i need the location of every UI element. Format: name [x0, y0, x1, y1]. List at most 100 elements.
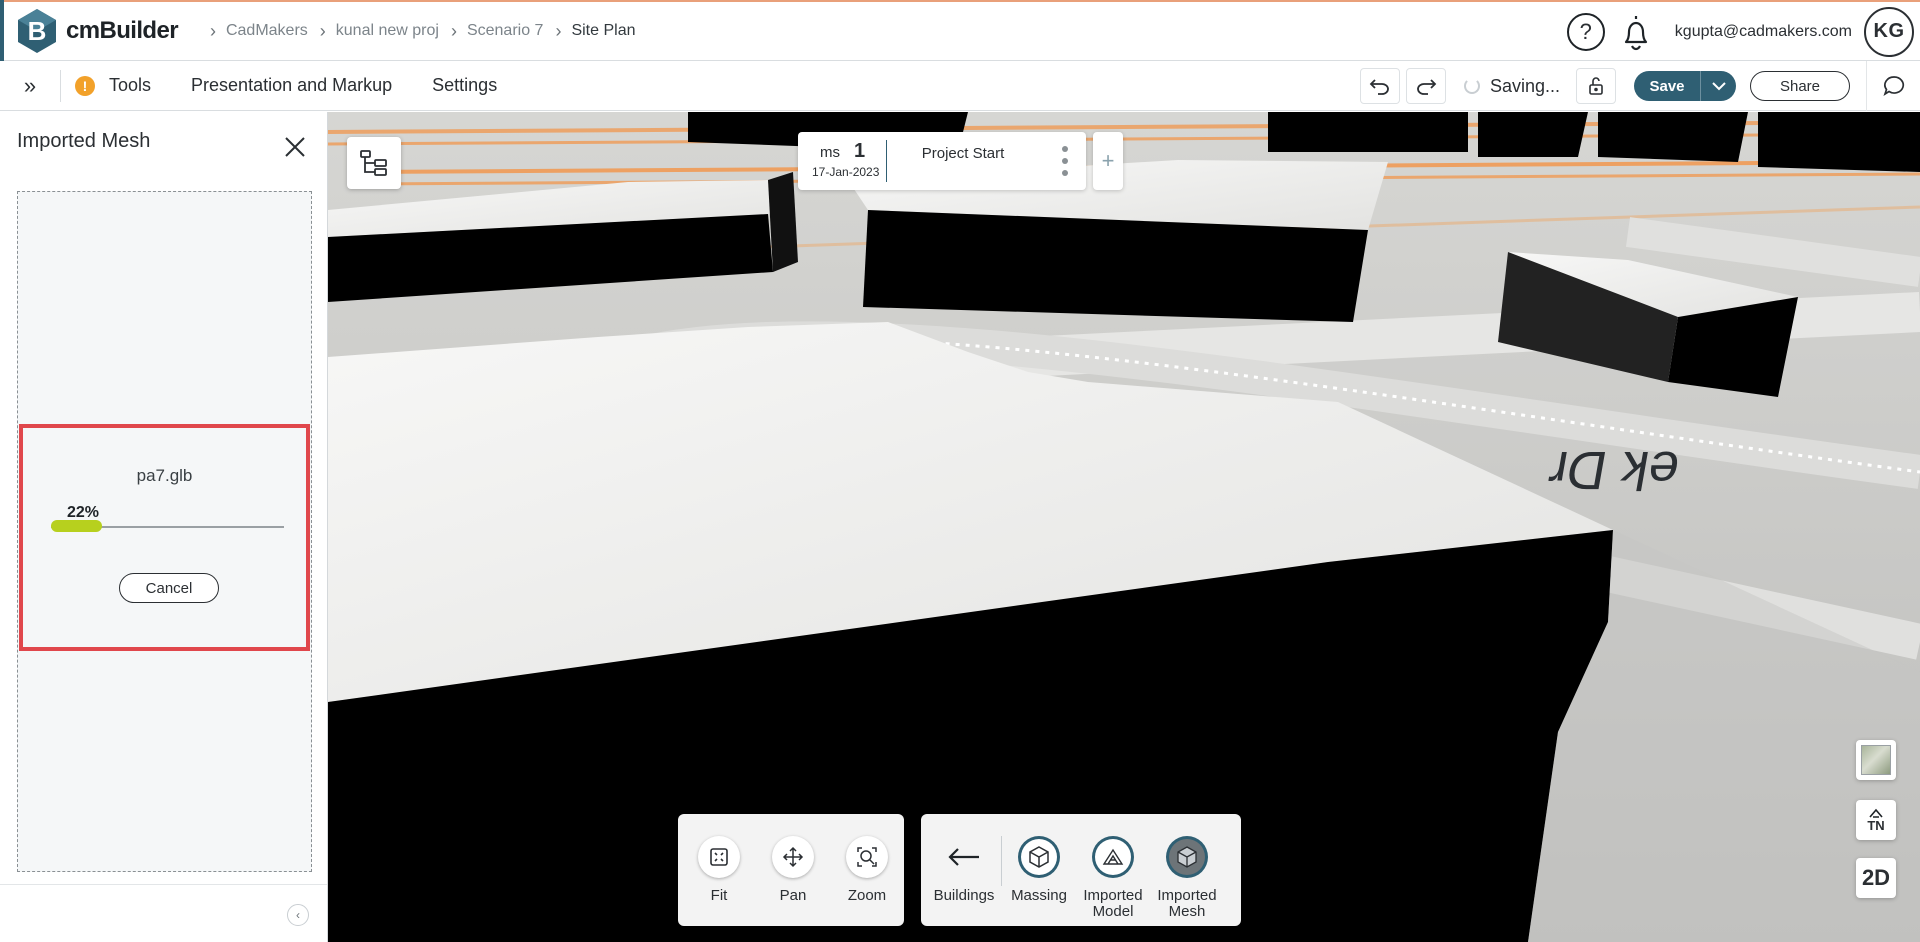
breadcrumb-label: CadMakers	[225, 22, 308, 39]
panel-title: Imported Mesh	[17, 130, 151, 152]
fit-button[interactable]: Fit	[682, 836, 756, 904]
imported-mesh-icon	[1166, 836, 1208, 878]
breadcrumb-label: Scenario 7	[466, 22, 544, 39]
view-mode-button[interactable]: 2D	[1856, 858, 1896, 898]
buildings-label: Buildings	[933, 887, 995, 904]
street-label: ek Dr	[1544, 440, 1684, 501]
milestone-tag: ms	[820, 144, 840, 161]
avatar[interactable]: KG	[1864, 6, 1914, 57]
toolbar-actions: Saving... Save Share	[1354, 61, 1920, 111]
toolbar-divider	[60, 69, 61, 102]
comment-button[interactable]	[1866, 61, 1920, 111]
breadcrumb-item-company[interactable]: › CadMakers	[210, 21, 308, 42]
menu-tools[interactable]: ! Tools	[75, 75, 151, 96]
menu-settings[interactable]: Settings	[432, 75, 497, 96]
app-name: cmBuilder	[66, 17, 179, 44]
chevron-right-icon: ›	[319, 20, 326, 41]
toolbar: » ! Tools Presentation and Markup Settin…	[0, 61, 1920, 111]
progress-track	[51, 520, 284, 532]
chevron-right-icon: ›	[209, 20, 216, 41]
comment-icon	[1882, 76, 1904, 96]
buildings-back-button[interactable]: Buildings	[927, 836, 1001, 904]
satellite-toggle-button[interactable]	[1856, 740, 1896, 780]
add-milestone-button[interactable]: +	[1093, 132, 1123, 190]
fit-icon	[698, 836, 740, 878]
breadcrumb-item-current: › Site Plan	[555, 21, 635, 42]
logo-letter: B	[28, 16, 47, 46]
pan-icon	[772, 836, 814, 878]
view-controls: Fit Pan Zoom	[678, 814, 904, 926]
logo-mark: B	[16, 8, 58, 54]
redo-button[interactable]	[1405, 68, 1446, 104]
imported-mesh-label: Imported Mesh	[1157, 887, 1217, 920]
menu-label: Tools	[109, 75, 152, 95]
progress-fill	[51, 520, 103, 532]
user-email[interactable]: kgupta@cadmakers.com	[1675, 23, 1852, 41]
zoom-icon	[846, 836, 888, 878]
milestone-date: 17-Jan-2023	[812, 165, 880, 179]
breadcrumb-item-project[interactable]: › kunal new proj	[320, 21, 439, 42]
imported-mesh-panel: Imported Mesh pa7.glb 22% Cancel ‹	[0, 112, 328, 942]
massing-button[interactable]: Massing	[1002, 836, 1076, 904]
spinner-icon	[1463, 78, 1480, 94]
milestone-card[interactable]: ms 1 17-Jan-2023 Project Start	[798, 132, 1086, 190]
header-actions: ? kgupta@cadmakers.com KG	[1566, 2, 1920, 61]
lock-button[interactable]	[1576, 68, 1616, 104]
3d-viewport[interactable]: ek Dr ms 1 17-Jan-2023 Project Start + F…	[328, 112, 1920, 942]
fit-label: Fit	[710, 887, 728, 904]
zoom-label: Zoom	[847, 887, 887, 904]
breadcrumb-item-scenario[interactable]: › Scenario 7	[451, 21, 544, 42]
category-controls: Buildings Massing Imported Model Importe…	[921, 814, 1241, 926]
undo-button[interactable]	[1359, 68, 1400, 104]
cube-icon	[1018, 836, 1060, 878]
share-button[interactable]: Share	[1750, 71, 1850, 101]
milestone-divider	[886, 140, 887, 182]
milestone-number: 1	[854, 140, 866, 162]
undo-icon	[1369, 79, 1389, 95]
scene-tree-button[interactable]	[347, 137, 401, 189]
app-logo[interactable]: B cmBuilder	[16, 8, 179, 54]
imported-model-icon	[1092, 836, 1134, 878]
panel-divider	[0, 884, 327, 885]
hierarchy-icon	[360, 150, 387, 176]
breadcrumb-label: kunal new proj	[335, 22, 439, 39]
back-arrow-icon	[947, 836, 981, 878]
top-bar: B cmBuilder › CadMakers › kunal new proj ›…	[0, 0, 1920, 61]
save-dropdown-button[interactable]	[1700, 71, 1736, 101]
close-icon[interactable]	[282, 134, 308, 160]
redo-icon	[1417, 79, 1437, 95]
chevron-right-icon: ›	[450, 20, 457, 41]
collapse-panel-icon[interactable]: ‹	[287, 904, 309, 926]
save-button[interactable]: Save	[1634, 71, 1700, 101]
upload-progress-card: pa7.glb 22% Cancel	[19, 424, 310, 651]
zoom-button[interactable]: Zoom	[830, 836, 904, 904]
kebab-menu-icon[interactable]	[1062, 146, 1068, 176]
milestone-label: Project Start	[921, 145, 1005, 162]
upload-file-name: pa7.glb	[136, 466, 193, 485]
saving-status: Saving...	[1463, 75, 1560, 97]
pan-label: Pan	[779, 887, 807, 904]
chevron-down-icon	[1711, 81, 1726, 90]
imported-model-button[interactable]: Imported Model	[1076, 836, 1150, 920]
view-mode-label: 2D	[1861, 865, 1891, 890]
expand-sidebar-icon[interactable]: »	[0, 61, 60, 111]
help-icon[interactable]: ?	[1566, 12, 1605, 51]
breadcrumb-label: Site Plan	[571, 22, 636, 39]
notification-bell-icon[interactable]	[1619, 12, 1653, 52]
massing-label: Massing	[1011, 887, 1067, 904]
save-button-group: Save	[1634, 71, 1736, 101]
saving-text: Saving...	[1489, 75, 1560, 96]
unlock-icon	[1589, 77, 1603, 95]
warning-icon: !	[75, 75, 95, 96]
menu-presentation-markup[interactable]: Presentation and Markup	[191, 75, 392, 96]
north-arrow-icon: TN	[1867, 808, 1885, 833]
breadcrumb: › CadMakers › kunal new proj › Scenario 7 ›…	[210, 21, 648, 42]
imported-model-label: Imported Model	[1083, 887, 1143, 920]
cancel-upload-button[interactable]: Cancel	[119, 573, 219, 603]
chevron-right-icon: ›	[555, 20, 562, 41]
true-north-button[interactable]: TN	[1856, 800, 1896, 840]
pan-button[interactable]: Pan	[756, 836, 830, 904]
imported-mesh-button[interactable]: Imported Mesh	[1150, 836, 1224, 920]
satellite-map-icon	[1861, 745, 1891, 775]
north-label: TN	[1867, 818, 1885, 833]
